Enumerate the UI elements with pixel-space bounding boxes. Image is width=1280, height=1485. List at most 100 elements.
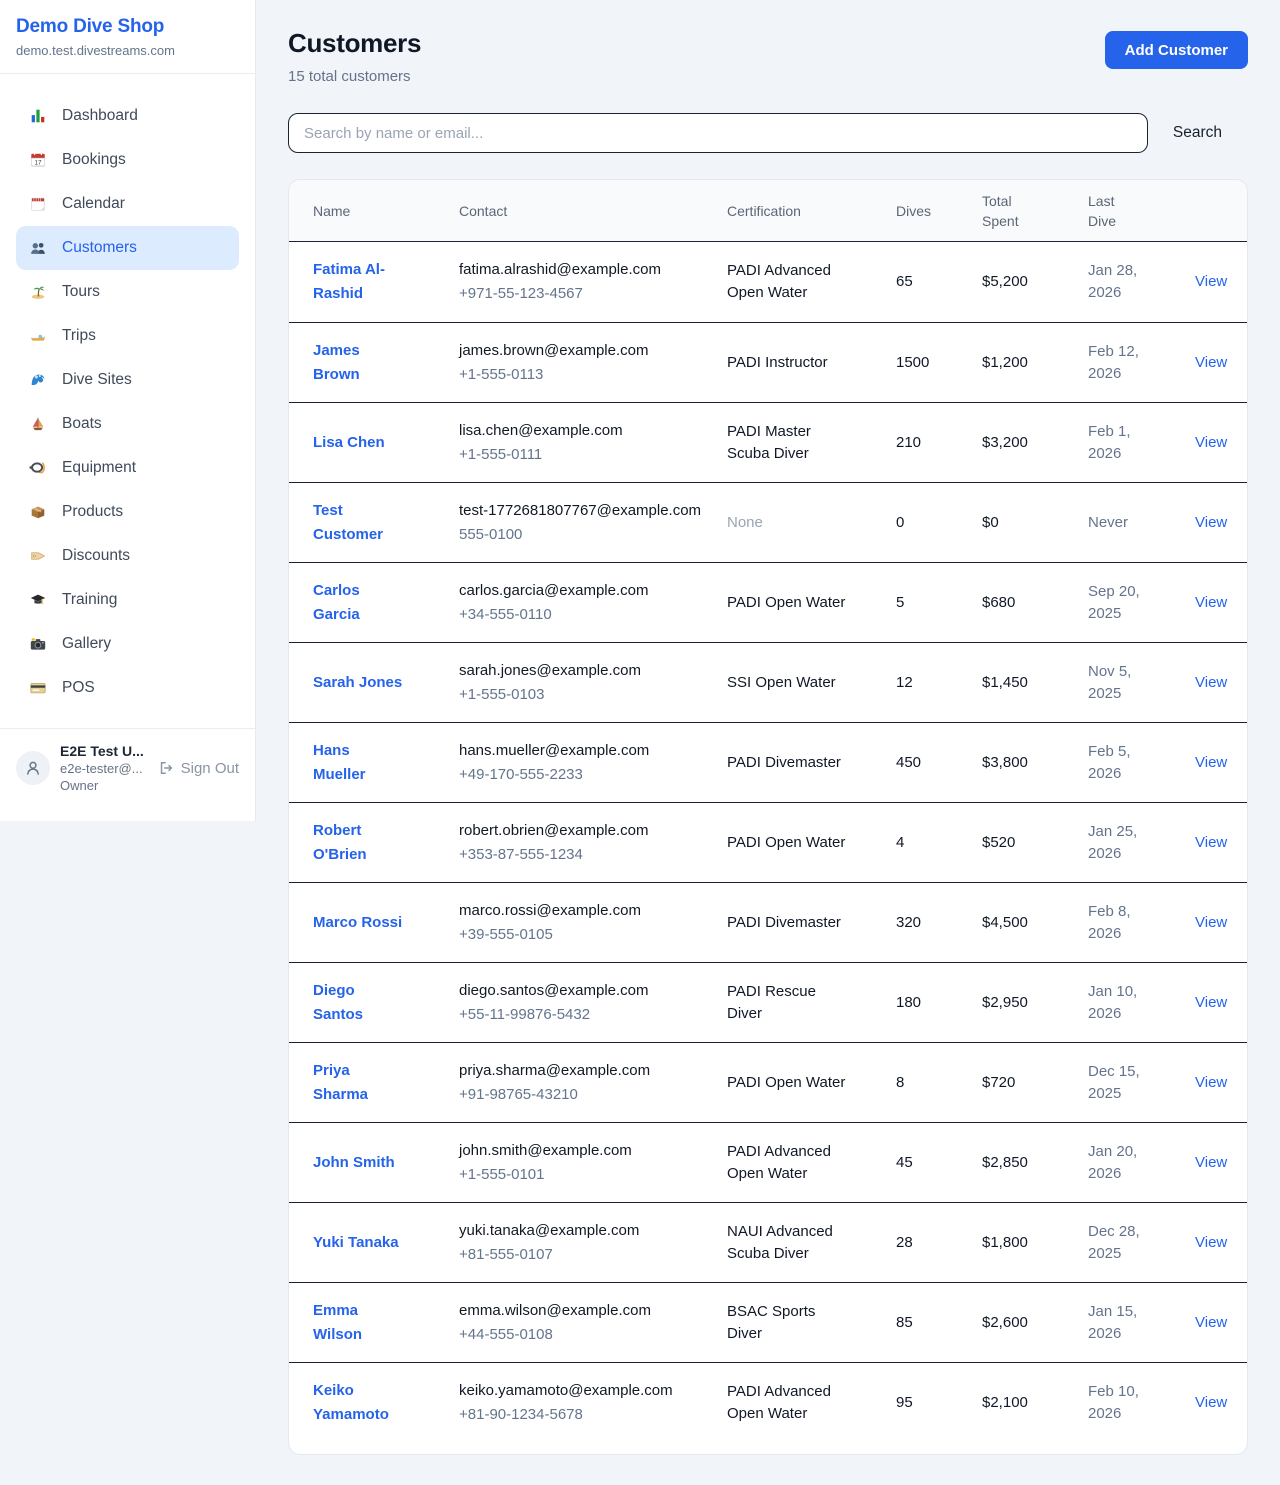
sidebar-item-gallery[interactable]: Gallery (16, 622, 239, 666)
customer-name-link[interactable]: Fatima Al-Rashid (313, 258, 405, 306)
customer-name-link[interactable]: Priya Sharma (313, 1059, 405, 1107)
customer-name-link[interactable]: Lisa Chen (313, 431, 385, 455)
name-cell: Fatima Al-Rashid (313, 258, 459, 306)
customer-email: james.brown@example.com (459, 340, 705, 362)
customer-name-link[interactable]: Keiko Yamamoto (313, 1379, 405, 1427)
sidebar-item-trips[interactable]: Trips (16, 314, 239, 358)
customer-name-link[interactable]: Diego Santos (313, 979, 405, 1027)
name-cell: Marco Rossi (313, 911, 459, 935)
sidebar: Demo Dive Shop demo.test.divestreams.com… (0, 0, 256, 821)
sidebar-item-label: Calendar (62, 195, 125, 213)
svg-text:17: 17 (34, 160, 42, 167)
view-customer-link[interactable]: View (1195, 594, 1227, 611)
contact-cell: marco.rossi@example.com+39-555-0105 (459, 900, 727, 946)
actions-cell: View (1195, 1312, 1227, 1334)
view-customer-link[interactable]: View (1195, 994, 1227, 1011)
name-cell: Lisa Chen (313, 431, 459, 455)
sidebar-item-discounts[interactable]: Discounts (16, 534, 239, 578)
customer-name-link[interactable]: John Smith (313, 1151, 395, 1175)
table-row: Hans Muellerhans.mueller@example.com+49-… (289, 722, 1247, 802)
sidebar-item-dashboard[interactable]: Dashboard (16, 94, 239, 138)
name-cell: Robert O'Brien (313, 819, 459, 867)
view-customer-link[interactable]: View (1195, 514, 1227, 531)
total-spent-cell: $680 (982, 592, 1088, 614)
name-cell: Yuki Tanaka (313, 1231, 459, 1255)
dives-cell: 450 (896, 752, 982, 774)
customer-email: robert.obrien@example.com (459, 820, 705, 842)
contact-cell: john.smith@example.com+1-555-0101 (459, 1140, 727, 1186)
view-customer-link[interactable]: View (1195, 754, 1227, 771)
contact-cell: robert.obrien@example.com+353-87-555-123… (459, 820, 727, 866)
view-customer-link[interactable]: View (1195, 834, 1227, 851)
brand-title[interactable]: Demo Dive Shop (16, 16, 239, 38)
sidebar-item-label: Customers (62, 239, 137, 257)
actions-cell: View (1195, 432, 1227, 454)
last-dive-cell: Feb 12, 2026 (1088, 341, 1195, 385)
last-dive-cell: Feb 1, 2026 (1088, 421, 1195, 465)
view-customer-link[interactable]: View (1195, 674, 1227, 691)
customer-phone: +81-555-0107 (459, 1244, 705, 1266)
name-cell: John Smith (313, 1151, 459, 1175)
view-customer-link[interactable]: View (1195, 273, 1227, 290)
sidebar-item-products[interactable]: Products (16, 490, 239, 534)
total-spent-cell: $520 (982, 832, 1088, 854)
sign-out-button[interactable]: Sign Out (157, 759, 239, 777)
customer-name-link[interactable]: James Brown (313, 339, 405, 387)
sidebar-item-boats[interactable]: Boats (16, 402, 239, 446)
actions-cell: View (1195, 912, 1227, 934)
customer-email: priya.sharma@example.com (459, 1060, 705, 1082)
sidebar-item-customers[interactable]: Customers (16, 226, 239, 270)
customer-name-link[interactable]: Yuki Tanaka (313, 1231, 399, 1255)
customer-phone: +1-555-0111 (459, 444, 705, 466)
customer-name-link[interactable]: Sarah Jones (313, 671, 402, 695)
certification-cell: PADI Rescue Diver (727, 981, 896, 1025)
view-customer-link[interactable]: View (1195, 1234, 1227, 1251)
customer-name-link[interactable]: Marco Rossi (313, 911, 402, 935)
add-customer-button[interactable]: Add Customer (1105, 31, 1248, 69)
customer-name-link[interactable]: Hans Mueller (313, 739, 405, 787)
sidebar-item-equipment[interactable]: Equipment (16, 446, 239, 490)
view-customer-link[interactable]: View (1195, 1314, 1227, 1331)
total-spent-cell: $3,200 (982, 432, 1088, 454)
sidebar-item-bookings[interactable]: 17Bookings (16, 138, 239, 182)
view-customer-link[interactable]: View (1195, 1394, 1227, 1411)
tearoff-calendar-icon (28, 194, 48, 214)
sidebar-item-pos[interactable]: POS (16, 666, 239, 710)
sidebar-item-calendar[interactable]: Calendar (16, 182, 239, 226)
sailboat-icon (28, 414, 48, 434)
certification-cell: None (727, 512, 896, 534)
customer-name-link[interactable]: Emma Wilson (313, 1299, 405, 1347)
view-customer-link[interactable]: View (1195, 354, 1227, 371)
certification-cell: SSI Open Water (727, 672, 896, 694)
view-customer-link[interactable]: View (1195, 914, 1227, 931)
customer-name-link[interactable]: Carlos Garcia (313, 579, 405, 627)
table-row: Lisa Chenlisa.chen@example.com+1-555-011… (289, 402, 1247, 482)
dives-cell: 8 (896, 1072, 982, 1094)
view-customer-link[interactable]: View (1195, 1074, 1227, 1091)
sidebar-item-tours[interactable]: Tours (16, 270, 239, 314)
view-customer-link[interactable]: View (1195, 1154, 1227, 1171)
customer-email: fatima.alrashid@example.com (459, 259, 705, 281)
contact-cell: yuki.tanaka@example.com+81-555-0107 (459, 1220, 727, 1266)
sidebar-item-label: Boats (62, 415, 102, 433)
page-title: Customers (288, 28, 421, 59)
avatar (16, 751, 50, 785)
last-dive-cell: Dec 28, 2025 (1088, 1221, 1195, 1265)
dives-cell: 210 (896, 432, 982, 454)
customer-email: marco.rossi@example.com (459, 900, 705, 922)
view-customer-link[interactable]: View (1195, 434, 1227, 451)
sidebar-item-training[interactable]: Training (16, 578, 239, 622)
search-button[interactable]: Search (1148, 124, 1248, 142)
table-row: Emma Wilsonemma.wilson@example.com+44-55… (289, 1282, 1247, 1362)
customers-table: NameContactCertificationDivesTotal Spent… (288, 179, 1248, 1455)
customer-name-link[interactable]: Test Customer (313, 499, 405, 547)
sidebar-item-dive-sites[interactable]: Dive Sites (16, 358, 239, 402)
dives-cell: 180 (896, 992, 982, 1014)
search-input[interactable] (288, 113, 1148, 153)
user-email: e2e-tester@... (60, 761, 147, 776)
customer-phone: +39-555-0105 (459, 924, 705, 946)
certification-cell: PADI Advanced Open Water (727, 1381, 896, 1425)
customer-name-link[interactable]: Robert O'Brien (313, 819, 405, 867)
customer-email: hans.mueller@example.com (459, 740, 705, 762)
total-spent-cell: $720 (982, 1072, 1088, 1094)
